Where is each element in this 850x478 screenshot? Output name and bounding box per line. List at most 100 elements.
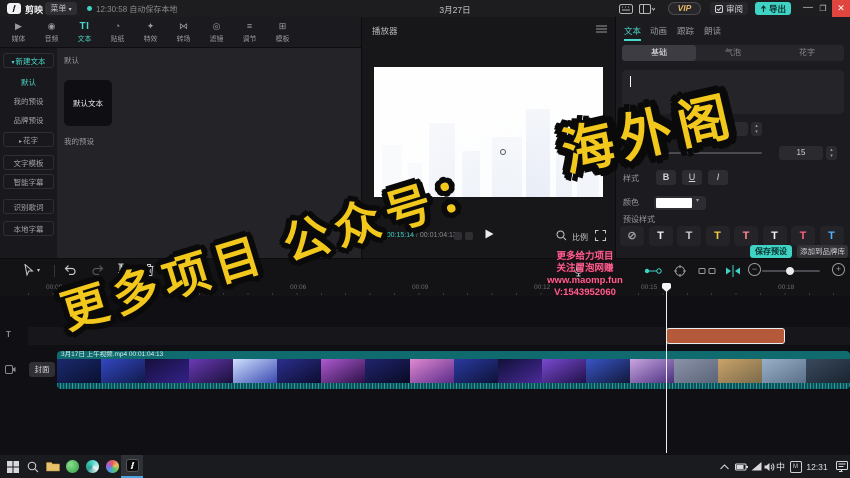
windows-taskbar: 中 M 12:31: [0, 455, 850, 478]
bold-button[interactable]: B: [656, 170, 676, 185]
tab-text[interactable]: TI文本: [68, 20, 101, 46]
text-clip[interactable]: [666, 328, 785, 344]
video-clip[interactable]: 3月17日 上午视频.mp4 00:01:04:13: [57, 351, 850, 389]
export-icon: [760, 5, 767, 13]
inspector-subtabs: 基础 气泡 花字: [622, 45, 844, 61]
taskbar-capcut-active-icon[interactable]: [121, 455, 143, 478]
sidebar-item-brand-presets[interactable]: 品牌预设: [3, 113, 54, 128]
text-caret: [630, 76, 631, 87]
style-tile-pink-outline[interactable]: T: [734, 226, 758, 246]
tab-filters[interactable]: ◎滤镜: [200, 20, 233, 46]
sidebar-item-new-text[interactable]: ▾新建文本: [3, 53, 54, 68]
vip-button[interactable]: VIP: [668, 2, 701, 15]
style-tile-pink[interactable]: T: [791, 226, 815, 246]
sidebar-item-my-presets[interactable]: 我的预设: [3, 94, 54, 109]
sidebar-item-lyrics-recognition[interactable]: 识别歌词: [3, 199, 54, 214]
inspector-tab-tracking[interactable]: 跟踪: [677, 25, 694, 37]
clip-name: 3月17日 上午视频.mp4 00:01:04:13: [57, 351, 850, 359]
zoom-out-icon[interactable]: −: [748, 263, 761, 276]
start-button[interactable]: [4, 458, 21, 475]
maximize-button[interactable]: ❐: [816, 1, 830, 16]
player-menu-icon[interactable]: [596, 25, 607, 33]
subtab-bubble[interactable]: 气泡: [696, 45, 770, 61]
minimize-button[interactable]: —: [801, 1, 815, 16]
play-button[interactable]: [485, 229, 494, 239]
tab-templates[interactable]: ⊞模板: [266, 20, 299, 46]
audio-icon: ◉: [35, 20, 68, 33]
taskbar-app-color-icon[interactable]: [104, 458, 121, 475]
add-to-brand-button[interactable]: 添加到品牌库: [797, 245, 848, 258]
zoom-slider-handle[interactable]: [786, 267, 794, 275]
sidebar-item-local-captions[interactable]: 本地字幕: [3, 221, 54, 236]
zoom-in-icon[interactable]: +: [832, 263, 845, 276]
size-value-stepper[interactable]: ▴▾: [826, 146, 837, 160]
sidebar-item-default[interactable]: 默认: [3, 75, 54, 90]
taskbar-search-icon[interactable]: [24, 458, 41, 475]
default-text-card[interactable]: 默认文本: [64, 80, 112, 126]
player-option-icon[interactable]: [454, 232, 462, 240]
taskbar-app-teal-icon[interactable]: [84, 458, 101, 475]
style-tile-white[interactable]: T: [649, 226, 673, 246]
text-track-icon: T: [6, 330, 11, 339]
taskbar-app-green-icon[interactable]: [64, 458, 81, 475]
tab-adjust[interactable]: ≡调节: [233, 20, 266, 46]
tab-audio[interactable]: ◉音频: [35, 20, 68, 46]
app-window: 剪映 菜单 ▾ 12:30:58 自动保存本地 3月27日 VIP 审阅 导出 …: [0, 0, 850, 478]
size-value-input[interactable]: 15: [779, 146, 823, 160]
playhead-line[interactable]: [666, 283, 667, 453]
style-tile-blue[interactable]: T: [820, 226, 844, 246]
export-button[interactable]: 导出: [755, 2, 791, 15]
sidebar-item-text-templates[interactable]: 文字模板: [3, 155, 54, 170]
color-picker[interactable]: ▾: [654, 196, 706, 210]
style-tile-none[interactable]: ⊘: [620, 226, 644, 246]
ime-mode-icon[interactable]: M: [787, 458, 804, 475]
ruler-tick-label: 00:06: [290, 284, 306, 291]
preview-zoom-icon[interactable]: [556, 230, 567, 241]
timeline-zoom-slider[interactable]: [762, 270, 820, 272]
review-icon: [715, 5, 723, 13]
section-default-label: 默认: [64, 55, 79, 66]
preview-axis-toggle-icon[interactable]: [724, 265, 742, 277]
video-track-icon: [5, 365, 16, 374]
linking-toggle-icon[interactable]: [698, 265, 716, 277]
shortcut-keys-icon[interactable]: [619, 4, 633, 14]
tab-sticker[interactable]: ◔贴纸: [101, 20, 134, 46]
italic-button[interactable]: I: [708, 170, 728, 185]
file-explorer-icon[interactable]: [44, 458, 61, 475]
menu-button[interactable]: 菜单 ▾: [45, 2, 77, 15]
font-size-stepper[interactable]: ▴▾: [751, 122, 762, 136]
review-button[interactable]: 审阅: [710, 2, 748, 15]
tab-effects[interactable]: ✦特效: [134, 20, 167, 46]
tray-chevron-up-icon[interactable]: [716, 458, 733, 475]
inspector-tab-speech[interactable]: 朗读: [704, 25, 721, 37]
fullscreen-icon[interactable]: [595, 230, 606, 241]
app-logo-icon: [7, 3, 21, 14]
inspector-tab-text[interactable]: 文本: [624, 25, 641, 41]
media-icon: ▶: [2, 20, 35, 33]
taskbar-clock[interactable]: 12:31: [804, 458, 830, 475]
magnetic-toggle-icon[interactable]: [672, 265, 690, 277]
tab-media[interactable]: ▶媒体: [2, 20, 35, 46]
clip-thumbnails: [57, 359, 850, 383]
inspector-tab-animation[interactable]: 动画: [650, 25, 667, 37]
sidebar-item-fancy-text[interactable]: ▸花字: [3, 132, 54, 147]
keyframe-toggle-icon[interactable]: [644, 265, 662, 277]
cover-button[interactable]: 封面: [29, 362, 55, 377]
sidebar-item-auto-captions[interactable]: 智能字幕: [3, 174, 54, 189]
layout-switch-icon[interactable]: [639, 4, 653, 14]
subtab-basic[interactable]: 基础: [622, 45, 696, 61]
style-tile-outline[interactable]: T: [677, 226, 701, 246]
select-tool-icon[interactable]: [24, 264, 34, 276]
tab-transitions[interactable]: ⋈转场: [167, 20, 200, 46]
style-tile-yellow[interactable]: T: [706, 226, 730, 246]
ruler-tick-label: 00:18: [778, 284, 794, 291]
style-tile-white-shadow[interactable]: T: [763, 226, 787, 246]
notification-center-icon[interactable]: [833, 458, 850, 475]
select-tool-chevron-icon[interactable]: ▾: [37, 267, 40, 274]
save-preset-button[interactable]: 保存预设: [750, 245, 792, 258]
close-button[interactable]: ✕: [832, 0, 850, 17]
underline-button[interactable]: U: [682, 170, 702, 185]
aspect-ratio-button[interactable]: 比例: [572, 232, 588, 243]
subtab-fancy[interactable]: 花字: [770, 45, 844, 61]
player-option-icon[interactable]: [465, 232, 473, 240]
